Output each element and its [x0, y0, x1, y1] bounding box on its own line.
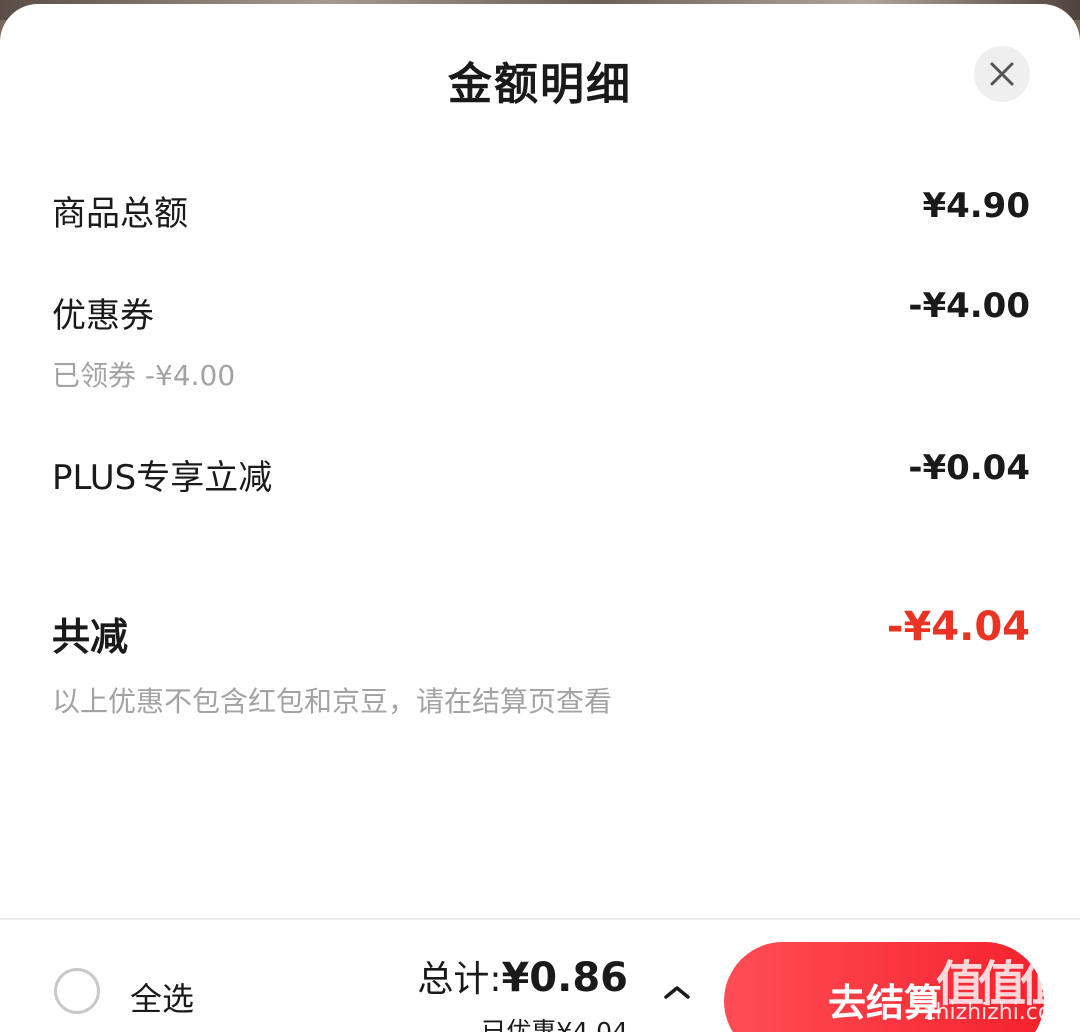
- goods-total-label: 商品总额: [52, 194, 188, 234]
- total-sum-value: ¥0.86: [501, 955, 628, 1001]
- close-button[interactable]: [974, 46, 1030, 102]
- discount-note: 以上优惠不包含红包和京豆，请在结算页查看: [52, 685, 613, 718]
- chevron-up-icon[interactable]: [662, 982, 692, 1002]
- total-reduction-label: 共减: [52, 615, 129, 659]
- goods-total-value: ¥4.90: [922, 186, 1030, 226]
- close-icon: [990, 62, 1014, 86]
- checkout-button-label: 去结算: [828, 981, 943, 1025]
- radio-unchecked-icon[interactable]: [54, 968, 100, 1014]
- plus-discount-label: PLUS专享立减: [52, 458, 273, 498]
- select-all-label[interactable]: 全选: [130, 974, 194, 1020]
- checkout-button[interactable]: 去结算: [724, 942, 1044, 1032]
- coupon-value: -¥4.00: [908, 286, 1030, 326]
- sheet-title: 金额明细: [448, 59, 632, 110]
- coupon-claimed-text: 已领券 -¥4.00: [52, 359, 236, 392]
- coupon-label: 优惠券: [52, 296, 154, 336]
- checkout-bar: 全选 总计:¥0.86 已优惠¥4.04 去结算: [0, 918, 1080, 1032]
- total-sum: 总计:¥0.86: [417, 950, 628, 1002]
- total-reduction-value: -¥4.04: [886, 604, 1030, 650]
- total-sum-label: 总计:: [417, 959, 502, 1000]
- amount-detail-sheet: 金额明细 商品总额 ¥4.90 优惠券 -¥4.00 已领券 -¥4.00 PL…: [0, 4, 1080, 1032]
- saved-amount: 已优惠¥4.04: [481, 1017, 628, 1032]
- plus-discount-value: -¥0.04: [908, 448, 1030, 488]
